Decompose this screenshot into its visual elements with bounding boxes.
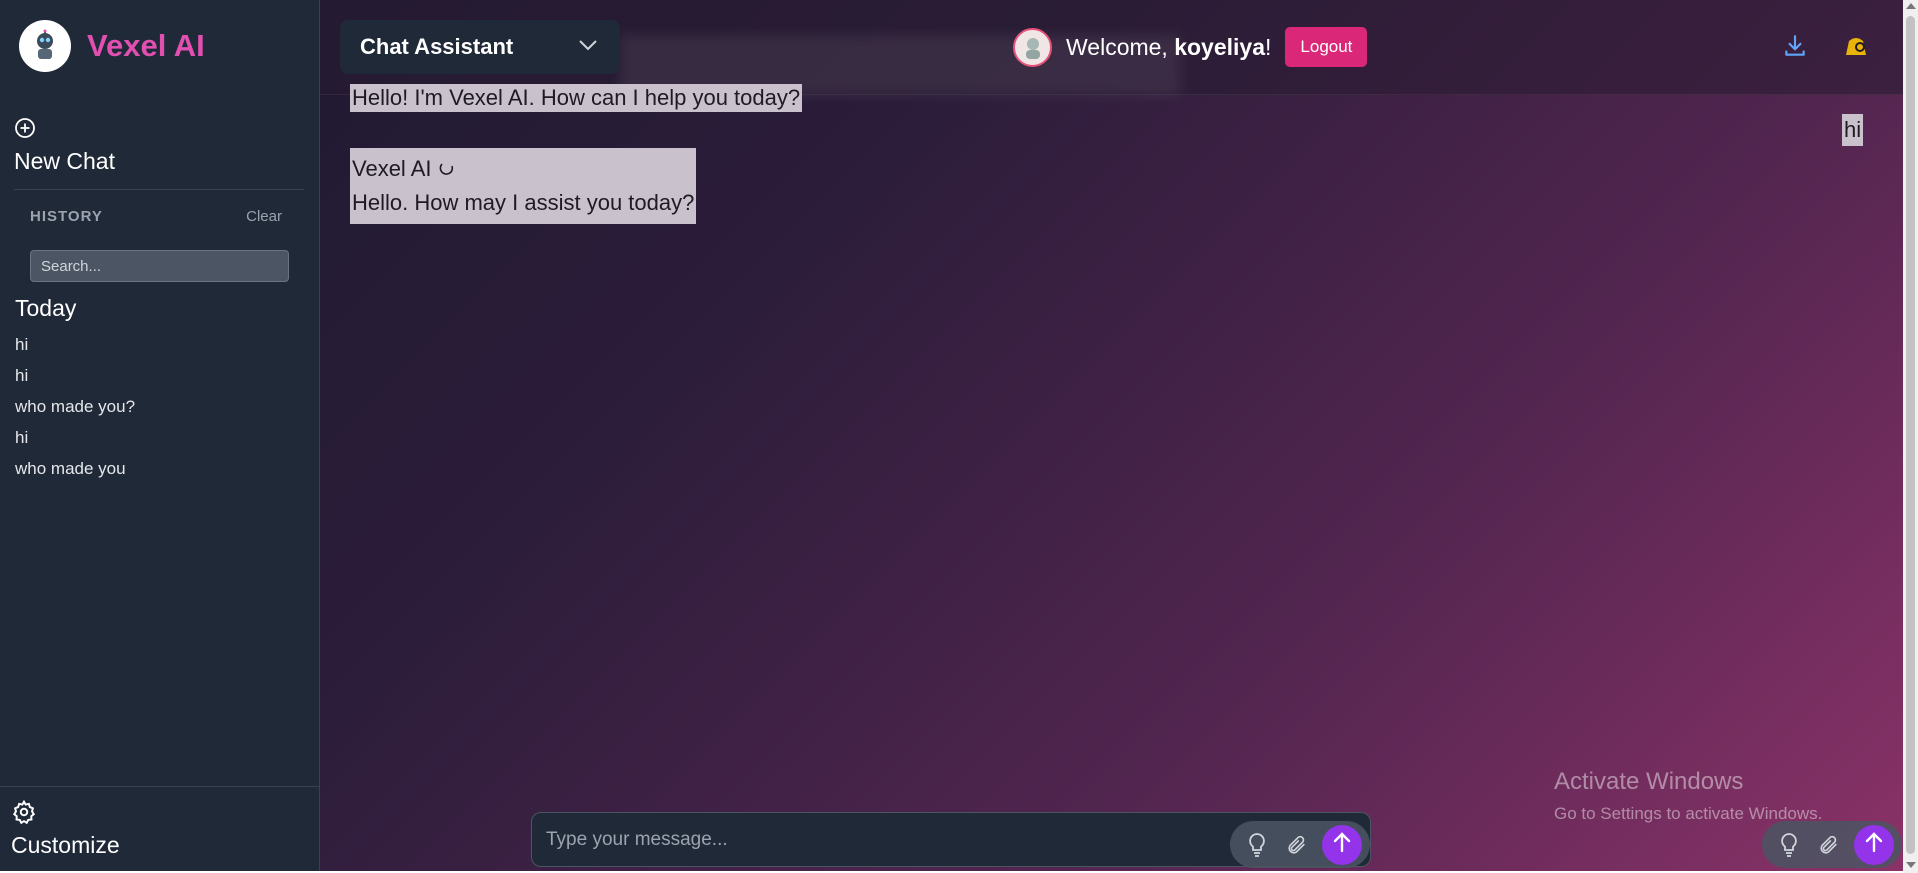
- bot-name: Vexel AI: [352, 156, 432, 181]
- robot-logo-icon: [19, 20, 71, 72]
- scroll-down-arrow-icon[interactable]: [1906, 862, 1916, 868]
- chat-area: Hello! I'm Vexel AI. How can I help you …: [320, 0, 1903, 871]
- username: koyeliya: [1174, 33, 1266, 60]
- download-icon[interactable]: [1782, 33, 1808, 64]
- logout-button[interactable]: Logout: [1285, 27, 1368, 67]
- watermark-title: Activate Windows: [1554, 768, 1744, 795]
- new-chat-button[interactable]: New Chat: [14, 117, 115, 175]
- welcome-text: Welcome, koyeliya!: [1066, 34, 1271, 61]
- paperclip-icon[interactable]: [1814, 830, 1844, 860]
- lightbulb-icon[interactable]: [1774, 830, 1804, 860]
- customize-label: Customize: [11, 832, 120, 858]
- model-selector[interactable]: Chat Assistant: [340, 20, 620, 74]
- composer-tools-duplicate: [1762, 821, 1902, 868]
- sidebar: Vexel AI New Chat HISTORY Clear Today hi…: [0, 0, 320, 871]
- history-item[interactable]: who made you: [15, 457, 135, 488]
- clear-history-button[interactable]: Clear: [246, 208, 282, 225]
- welcome-prefix: Welcome,: [1066, 33, 1175, 60]
- history-item[interactable]: who made you?: [15, 395, 135, 426]
- lightbulb-icon[interactable]: [1242, 830, 1272, 860]
- sidebar-bottom-divider: [0, 786, 320, 787]
- brand[interactable]: Vexel AI: [19, 20, 205, 72]
- page-scrollbar[interactable]: [1903, 0, 1918, 873]
- plus-circle-icon: [14, 118, 36, 143]
- bot-reply-text: Hello. How may I assist you today?: [352, 190, 695, 215]
- model-selector-label: Chat Assistant: [360, 34, 514, 59]
- theme-toggle-icon[interactable]: [1840, 33, 1872, 66]
- chevron-down-icon: [578, 38, 598, 56]
- brand-name: Vexel AI: [87, 28, 205, 63]
- send-button[interactable]: [1854, 824, 1894, 865]
- history-item[interactable]: hi: [15, 333, 135, 364]
- message-input[interactable]: [546, 813, 1186, 866]
- history-list: hi hi who made you? hi who made you: [15, 333, 135, 488]
- scroll-thumb[interactable]: [1906, 16, 1915, 854]
- history-item[interactable]: hi: [15, 426, 135, 457]
- history-search-input[interactable]: [30, 250, 289, 282]
- loading-spinner-icon: [438, 156, 456, 181]
- history-group-today: Today: [15, 295, 77, 321]
- history-header: HISTORY Clear: [30, 208, 282, 225]
- new-chat-label: New Chat: [14, 148, 115, 174]
- welcome-area: Welcome, koyeliya! Logout: [1013, 27, 1368, 67]
- composer-tools: [1230, 821, 1370, 868]
- user-message: hi: [1842, 114, 1864, 146]
- bot-response-header: Vexel AI: [352, 152, 694, 186]
- arrow-up-icon: [1863, 830, 1885, 859]
- gear-icon: [11, 799, 37, 829]
- paperclip-icon[interactable]: [1282, 830, 1312, 860]
- send-button[interactable]: [1322, 824, 1362, 865]
- bot-response: Vexel AI Hello. How may I assist you tod…: [350, 148, 697, 224]
- history-title: HISTORY: [30, 208, 103, 225]
- arrow-up-icon: [1331, 830, 1353, 859]
- scroll-up-arrow-icon[interactable]: [1906, 3, 1916, 9]
- welcome-suffix: !: [1265, 33, 1272, 60]
- bot-intro-message: Hello! I'm Vexel AI. How can I help you …: [350, 84, 803, 112]
- avatar[interactable]: [1013, 27, 1052, 67]
- app-window: Vexel AI New Chat HISTORY Clear Today hi…: [0, 0, 1918, 873]
- history-item[interactable]: hi: [15, 364, 135, 395]
- sidebar-divider: [14, 189, 304, 190]
- customize-button[interactable]: Customize: [11, 799, 120, 859]
- activate-windows-watermark: Activate Windows Go to Settings to activ…: [1554, 768, 1822, 824]
